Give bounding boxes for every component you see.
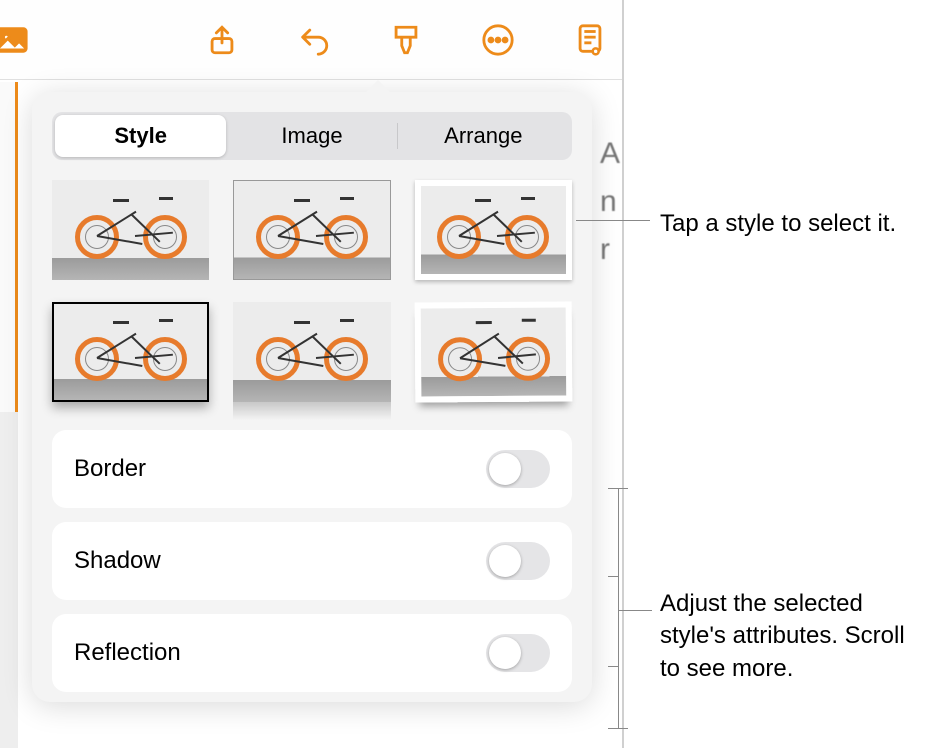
format-popover: Style Image Arrange: [32, 92, 592, 702]
more-icon[interactable]: [476, 18, 520, 62]
tab-style[interactable]: Style: [55, 115, 226, 157]
callout-style-hint: Tap a style to select it.: [660, 208, 910, 240]
undo-icon[interactable]: [292, 18, 336, 62]
format-tabs: Style Image Arrange: [52, 112, 572, 160]
border-row: Border: [52, 430, 572, 508]
style-thumb-shadow[interactable]: [52, 302, 209, 402]
style-presets-grid: [52, 180, 572, 402]
style-thumb-page-curl[interactable]: [415, 302, 572, 402]
share-icon[interactable]: [200, 18, 244, 62]
style-thumb-simple-border[interactable]: [233, 180, 390, 280]
photos-icon[interactable]: [0, 18, 34, 62]
toolbar: [0, 0, 622, 80]
style-thumb-plain[interactable]: [52, 180, 209, 280]
border-label: Border: [74, 455, 146, 483]
style-settings-list: Border Shadow Reflection: [52, 430, 572, 692]
reflection-toggle[interactable]: [486, 634, 550, 672]
document-view-icon[interactable]: [568, 18, 612, 62]
reflection-row: Reflection: [52, 614, 572, 692]
reflection-label: Reflection: [74, 639, 181, 667]
style-thumb-white-frame[interactable]: [415, 180, 572, 280]
shadow-row: Shadow: [52, 522, 572, 600]
callout-attrs-hint: Adjust the selected style's attributes. …: [660, 588, 920, 685]
border-toggle[interactable]: [486, 450, 550, 488]
tab-image[interactable]: Image: [226, 115, 397, 157]
callout-attrs-hint-text: Adjust the selected style's attributes. …: [660, 590, 905, 682]
format-brush-icon[interactable]: [384, 18, 428, 62]
app-window: Style Image Arrange: [0, 0, 624, 748]
shadow-label: Shadow: [74, 547, 161, 575]
shadow-toggle[interactable]: [486, 542, 550, 580]
style-thumb-reflection[interactable]: [233, 302, 390, 402]
callout-style-hint-text: Tap a style to select it.: [660, 210, 896, 237]
tab-arrange[interactable]: Arrange: [398, 115, 569, 157]
